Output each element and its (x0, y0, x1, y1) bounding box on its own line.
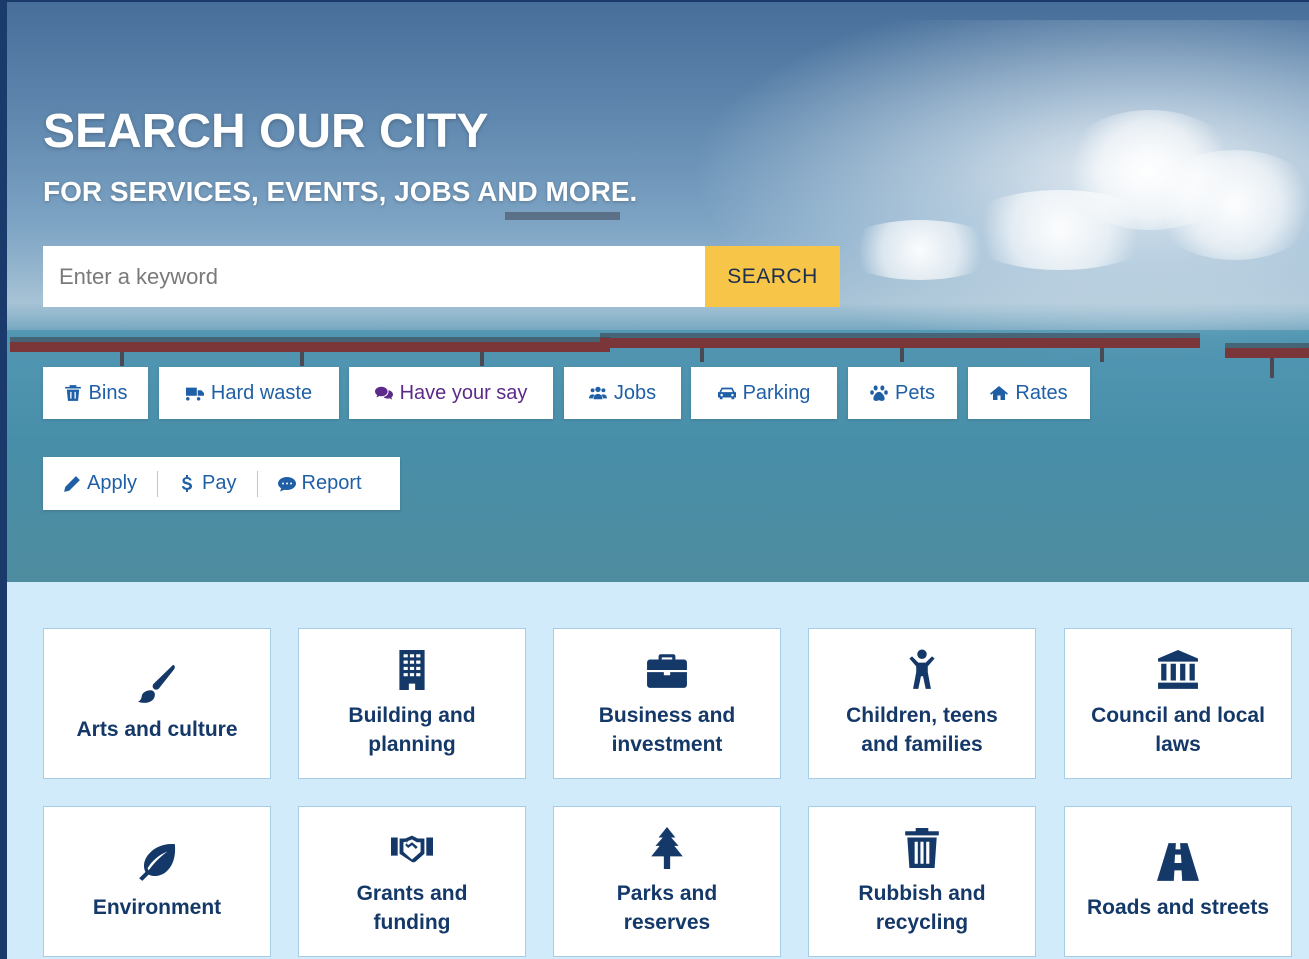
hero-pier-leg (120, 352, 124, 366)
quick-link-bins[interactable]: Bins (43, 367, 148, 419)
hero-pier-leg (1270, 358, 1274, 378)
quick-link-jobs[interactable]: Jobs (564, 367, 681, 419)
speech-bubbles-icon (374, 386, 393, 400)
category-label: Building and planning (348, 703, 476, 756)
category-label: Business and investment (598, 703, 736, 756)
hero-cloud (840, 220, 1000, 280)
quick-link-label: Parking (742, 381, 811, 404)
trash-icon (905, 827, 939, 868)
category-label: Rubbish and recycling (858, 881, 986, 934)
quick-link-label: Bins (88, 381, 128, 404)
quick-link-label: Rates (1015, 381, 1068, 404)
pay-label: Pay (202, 472, 237, 494)
page-title: SEARCH OUR CITY (43, 105, 489, 158)
briefcase-icon (647, 653, 687, 688)
hero-pier (10, 342, 610, 352)
apply-label: Apply (87, 472, 138, 494)
category-label: Arts and culture (76, 718, 238, 741)
category-grid: Arts and culture Building and planning B… (0, 582, 1309, 959)
quick-link-label: Hard waste (210, 381, 313, 404)
category-business-and-investment[interactable]: Business and investment (553, 628, 781, 779)
category-label: Environment (92, 896, 222, 919)
category-environment[interactable]: Environment (43, 806, 271, 957)
dollar-icon (181, 474, 193, 492)
institution-icon (1158, 649, 1198, 689)
hero-pier-leg (480, 352, 484, 366)
category-label: Children, teens and families (846, 703, 998, 756)
quick-link-hard-waste[interactable]: Hard waste (159, 367, 339, 419)
category-children-teens-and-families[interactable]: Children, teens and families (808, 628, 1036, 779)
action-bar: Apply Pay Report (43, 457, 400, 510)
category-arts-and-culture[interactable]: Arts and culture (43, 628, 271, 779)
quick-link-label: Have your say (399, 381, 528, 404)
hero-banner: SEARCH OUR CITY FOR SERVICES, EVENTS, JO… (0, 0, 1309, 582)
category-label: Roads and streets (1086, 896, 1270, 919)
home-icon (990, 386, 1009, 400)
category-parks-and-reserves[interactable]: Parks and reserves (553, 806, 781, 957)
category-building-and-planning[interactable]: Building and planning (298, 628, 526, 779)
car-icon (717, 387, 736, 400)
hero-pier (600, 338, 1200, 348)
category-grants-and-funding[interactable]: Grants and funding (298, 806, 526, 957)
hero-pier-leg (1100, 348, 1104, 362)
paintbrush-icon (138, 665, 175, 703)
category-label: Grants and funding (356, 881, 468, 934)
pencil-icon (64, 475, 80, 492)
page-subtitle: FOR SERVICES, EVENTS, JOBS AND MORE. (43, 176, 638, 207)
category-label: Parks and reserves (616, 881, 718, 934)
report-link[interactable]: Report (258, 472, 382, 495)
road-icon (1157, 843, 1199, 881)
category-rubbish-and-recycling[interactable]: Rubbish and recycling (808, 806, 1036, 957)
child-icon (909, 649, 935, 689)
category-label: Council and local laws (1091, 703, 1265, 756)
people-icon (588, 386, 607, 400)
tree-icon (651, 826, 683, 869)
quick-link-label: Pets (894, 381, 936, 404)
leaf-icon (139, 843, 176, 881)
hero-pier (1225, 348, 1309, 358)
report-label: Report (301, 472, 362, 494)
quick-link-have-your-say[interactable]: Have your say (349, 367, 553, 419)
search-input[interactable] (43, 246, 705, 307)
category-roads-and-streets[interactable]: Roads and streets (1064, 806, 1292, 957)
comment-icon (277, 476, 296, 491)
quick-link-label: Jobs (613, 381, 657, 404)
hero-pier-leg (900, 348, 904, 362)
quick-link-pets[interactable]: Pets (848, 367, 957, 419)
category-council-and-local-laws[interactable]: Council and local laws (1064, 628, 1292, 779)
apply-link[interactable]: Apply (43, 472, 157, 495)
hero-diving-tower (505, 212, 620, 220)
building-icon (399, 649, 425, 690)
paw-icon (870, 385, 888, 401)
hero-pier-leg (700, 348, 704, 362)
bin-icon (64, 385, 81, 401)
search-button[interactable]: SEARCH (705, 246, 840, 307)
quick-link-rates[interactable]: Rates (968, 367, 1090, 419)
quick-link-parking[interactable]: Parking (691, 367, 837, 419)
truck-icon (185, 387, 204, 401)
handshake-icon (391, 835, 433, 862)
pay-link[interactable]: Pay (158, 472, 256, 495)
hero-cloud (1150, 150, 1309, 260)
hero-pier-leg (300, 352, 304, 366)
